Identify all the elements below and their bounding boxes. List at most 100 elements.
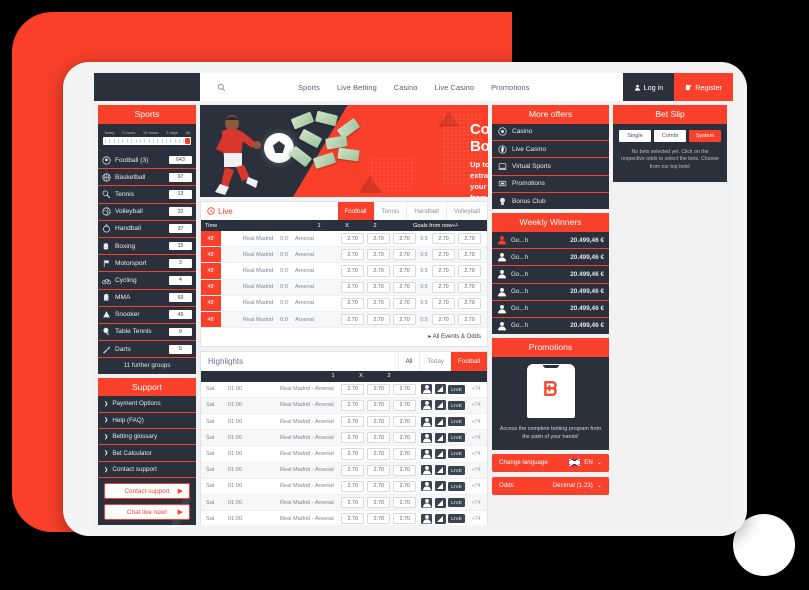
odd-2[interactable]: 2.70 <box>393 281 416 293</box>
combi-bonus-banner[interactable]: Combi Bonus Up to 25% extra on your bets… <box>200 105 488 197</box>
goals-over-odd[interactable]: 2.70 <box>432 281 455 293</box>
lineup-icon[interactable] <box>421 384 433 395</box>
lineup-icon[interactable] <box>421 416 433 427</box>
live-stream-badge[interactable]: LIVE <box>448 417 465 427</box>
lineup-icon[interactable] <box>421 481 433 492</box>
more-markets-count[interactable]: +74 <box>465 467 487 473</box>
offer-item-bonus-club[interactable]: Bonus Club <box>492 193 609 209</box>
odd-x[interactable]: 2.70 <box>367 496 391 509</box>
sport-row-tennis[interactable]: Tennis 13 <box>98 186 196 204</box>
highlight-event-row[interactable]: Sat 01:00 Real Madrid - Arsenal 2.70 2.70 2.7… <box>201 430 487 447</box>
betslip-tab-combi[interactable]: Combi <box>654 129 686 142</box>
odds-format-selector[interactable]: Odds Decimal (1.23) ⌄ <box>492 476 609 495</box>
betslip-tab-system[interactable]: System <box>689 129 721 142</box>
sport-row-table-tennis[interactable]: Table Tennis 9 <box>98 324 196 342</box>
odd-2[interactable]: 2.70 <box>393 265 416 277</box>
odd-2[interactable]: 2.70 <box>393 399 417 411</box>
support-link-help-faq[interactable]: ❯ Help (FAQ) <box>98 413 196 430</box>
support-link-bet-calculator[interactable]: ❯ Bet Calculator <box>98 445 196 462</box>
live-event-row[interactable]: 48' Real Madrid 0:0 Arsenal 2.70 2.70 2.70 0.5 2… <box>201 311 487 329</box>
highlight-event-row[interactable]: Sat 01:00 Real Madrid - Arsenal 2.70 2.70 2.7… <box>201 462 487 479</box>
statistics-icon[interactable] <box>434 513 446 524</box>
time-filter[interactable]: Today 3 hours 24 hours 3 days All <box>98 124 196 153</box>
more-markets-count[interactable]: +74 <box>465 516 487 522</box>
filter-label-today[interactable]: Today <box>104 130 114 135</box>
odd-x[interactable]: 2.70 <box>367 281 390 293</box>
filter-label-all[interactable]: All <box>186 130 190 135</box>
live-stream-badge[interactable]: LIVE <box>448 449 465 459</box>
statistics-icon[interactable] <box>434 465 446 476</box>
odd-x[interactable]: 2.70 <box>367 399 391 411</box>
time-filter-slider[interactable] <box>103 137 191 145</box>
odd-x[interactable]: 2.70 <box>367 313 390 326</box>
odd-1[interactable]: 2.70 <box>341 448 365 460</box>
site-logo[interactable] <box>94 73 200 101</box>
odd-x[interactable]: 2.70 <box>367 480 391 492</box>
highlights-tab-today[interactable]: Today <box>419 351 451 371</box>
live-event-row[interactable]: 48' Real Madrid 0:0 Arsenal 2.70 2.70 2.70 0.5 2… <box>201 231 487 248</box>
statistics-icon[interactable] <box>434 497 446 508</box>
live-event-row[interactable]: 48' Real Madrid 0:0 Arsenal 2.70 2.70 2.70 0.5 2… <box>201 247 487 264</box>
odd-x[interactable]: 2.70 <box>367 265 390 277</box>
sport-row-football[interactable]: Football (3) 643 <box>98 152 196 170</box>
odd-2[interactable]: 2.70 <box>393 313 416 326</box>
lineup-icon[interactable] <box>421 465 433 476</box>
odd-1[interactable]: 2.70 <box>341 496 365 509</box>
live-event-row[interactable]: 48' Real Madrid 0:0 Arsenal 2.70 2.70 2.70 0.5 2… <box>201 279 487 296</box>
odd-1[interactable]: 2.70 <box>341 383 365 395</box>
odd-1[interactable]: 2.70 <box>341 281 364 293</box>
goals-over-odd[interactable]: 2.70 <box>432 265 455 277</box>
sport-row-boxing[interactable]: Boxing 15 <box>98 238 196 256</box>
goals-over-odd[interactable]: 2.70 <box>432 233 455 245</box>
statistics-icon[interactable] <box>434 384 446 395</box>
odd-x[interactable]: 2.70 <box>367 297 390 309</box>
betslip-tab-single[interactable]: Single <box>619 129 651 142</box>
support-link-payment-options[interactable]: ❯ Payment Options <box>98 396 196 413</box>
sport-row-basketball[interactable]: Basketball 97 <box>98 169 196 187</box>
promotions-body[interactable]: ᗸ Access the complete betting program fr… <box>492 356 609 450</box>
nav-item-sports[interactable]: Sports <box>298 83 320 92</box>
more-markets-count[interactable]: +74 <box>465 500 487 506</box>
chat-live-button[interactable]: Chat live now! ▶ <box>104 504 190 521</box>
filter-label-3days[interactable]: 3 days <box>166 130 177 135</box>
live-stream-badge[interactable]: LIVE <box>448 465 465 475</box>
odd-x[interactable]: 2.70 <box>367 416 391 428</box>
odd-x[interactable]: 2.70 <box>367 249 390 261</box>
lineup-icon[interactable] <box>421 400 433 411</box>
lineup-icon[interactable] <box>421 432 433 443</box>
change-language-selector[interactable]: Change language EN ⌄ <box>492 453 609 472</box>
nav-item-live-betting[interactable]: Live Betting <box>337 83 377 92</box>
odd-x[interactable]: 2.70 <box>367 432 391 444</box>
register-button[interactable]: Register <box>674 73 733 101</box>
live-stream-badge[interactable]: LIVE <box>448 481 465 491</box>
nav-item-promotions[interactable]: Promotions <box>491 83 529 92</box>
odd-2[interactable]: 2.70 <box>393 513 417 525</box>
odd-x[interactable]: 2.70 <box>367 464 391 476</box>
odd-2[interactable]: 2.70 <box>393 249 416 261</box>
highlight-event-row[interactable]: Sat 01:00 Real Madrid - Arsenal 2.70 2.70 2.7… <box>201 446 487 463</box>
statistics-icon[interactable] <box>434 481 446 492</box>
highlights-tab-all[interactable]: All <box>397 351 420 371</box>
highlight-event-row[interactable]: Sat 01:00 Real Madrid - Arsenal 2.70 2.70 2.7… <box>201 511 487 525</box>
odd-1[interactable]: 2.70 <box>341 399 365 411</box>
goals-over-odd[interactable]: 2.70 <box>432 297 455 309</box>
contact-support-button[interactable]: Contact support ▶ <box>104 483 190 500</box>
live-stream-badge[interactable]: LIVE <box>448 433 465 443</box>
support-link-betting-glossary[interactable]: ❯ Betting glossary <box>98 429 196 446</box>
statistics-icon[interactable] <box>434 400 446 411</box>
lineup-icon[interactable] <box>421 497 433 508</box>
live-tab-handball[interactable]: Handball <box>406 202 445 220</box>
sport-row-mma[interactable]: MMA 69 <box>98 290 196 307</box>
login-button[interactable]: Log in <box>622 73 675 101</box>
odd-1[interactable]: 2.70 <box>341 233 364 245</box>
highlight-event-row[interactable]: Sat 01:00 Real Madrid - Arsenal 2.70 2.70 2.7… <box>201 478 487 495</box>
filter-label-24hours[interactable]: 24 hours <box>143 130 158 135</box>
highlight-event-row[interactable]: Sat 01:00 Real Madrid - Arsenal 2.70 2.70 2.7… <box>201 381 487 398</box>
nav-item-live-casino[interactable]: Live Casino <box>434 83 474 92</box>
odd-x[interactable]: 2.70 <box>367 233 390 245</box>
odd-1[interactable]: 2.70 <box>341 513 365 525</box>
live-tab-volleyball[interactable]: Volleyball <box>445 202 487 220</box>
odd-x[interactable]: 2.70 <box>367 448 391 460</box>
more-markets-count[interactable]: +74 <box>465 419 487 425</box>
nav-item-casino[interactable]: Casino <box>394 83 418 92</box>
